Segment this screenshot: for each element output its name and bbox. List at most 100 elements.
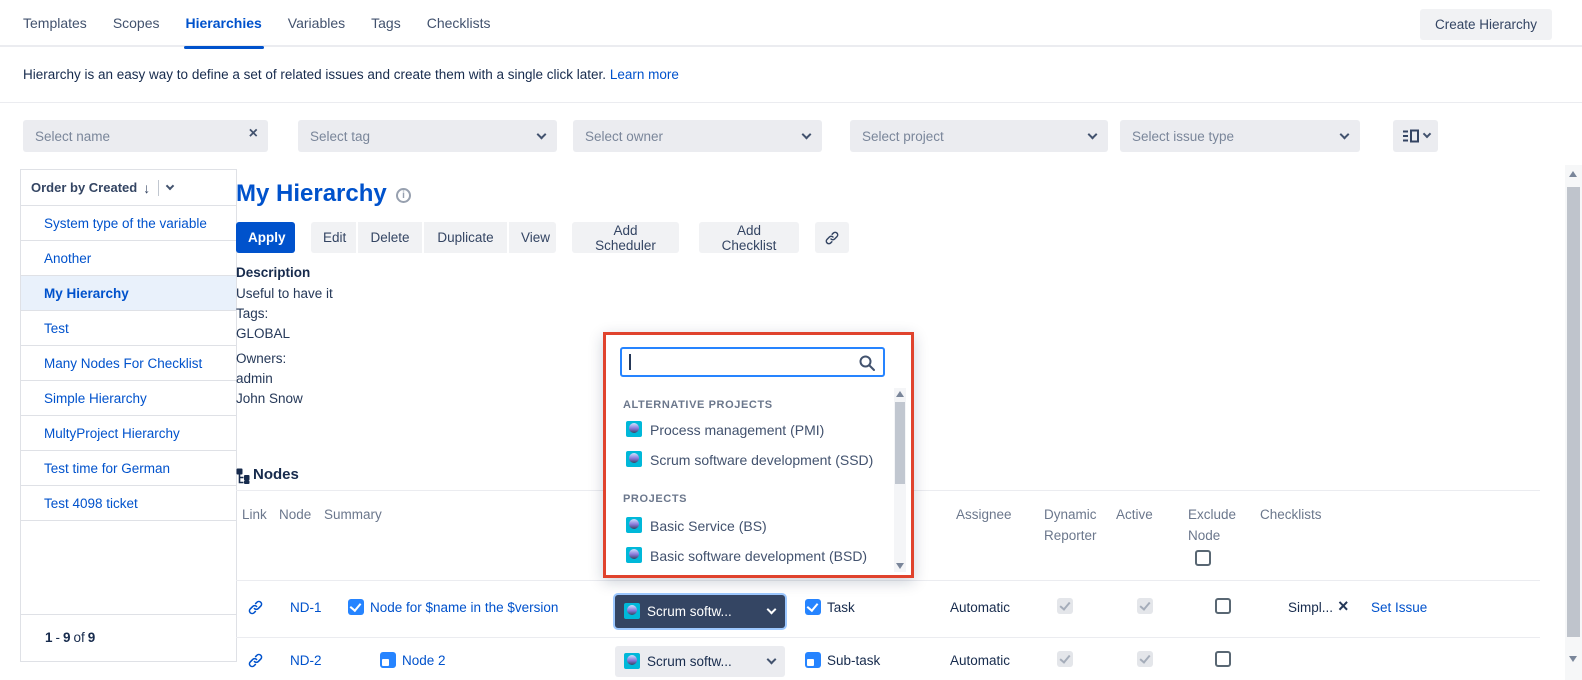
clear-name-icon[interactable]: ×: [249, 125, 258, 143]
sidebar-item[interactable]: System type of the variable: [21, 206, 236, 241]
tab-scopes[interactable]: Scopes: [113, 0, 160, 47]
scroll-up-icon[interactable]: [1569, 171, 1577, 177]
remove-checklist-icon[interactable]: ×: [1338, 597, 1349, 615]
duplicate-button[interactable]: Duplicate: [424, 222, 507, 253]
popup-scrollbar[interactable]: [894, 388, 906, 572]
owner-name: admin: [236, 369, 273, 389]
scrollbar-thumb[interactable]: [895, 402, 905, 484]
exclude-all-checkbox[interactable]: [1195, 550, 1211, 566]
project-select-open[interactable]: Scrum softw...: [615, 595, 785, 628]
sidebar-item[interactable]: Simple Hierarchy: [21, 381, 236, 416]
select-owner-label: Select owner: [585, 129, 663, 144]
sidebar-item[interactable]: MultyProject Hierarchy: [21, 416, 236, 451]
project-option[interactable]: Process management (PMI): [650, 422, 824, 438]
select-project-dropdown[interactable]: Select project: [850, 120, 1108, 152]
project-select[interactable]: Scrum softw...: [615, 646, 785, 677]
link-icon[interactable]: [247, 652, 264, 669]
tab-templates[interactable]: Templates: [23, 0, 87, 47]
project-search-input[interactable]: [622, 349, 883, 375]
tags-value: GLOBAL: [236, 324, 290, 344]
project-group-label: PROJECTS: [623, 493, 687, 505]
select-owner-dropdown[interactable]: Select owner: [573, 120, 822, 152]
active-checkbox: [1137, 598, 1153, 614]
tab-hierarchies[interactable]: Hierarchies: [186, 0, 262, 47]
project-avatar-icon: [626, 421, 642, 437]
search-icon: [858, 354, 876, 372]
chevron-down-icon[interactable]: [166, 181, 174, 189]
copy-link-button[interactable]: [815, 222, 849, 253]
description-label: Description: [236, 263, 310, 283]
page-total: 9: [88, 630, 96, 645]
scroll-up-icon[interactable]: [896, 391, 904, 397]
link-icon[interactable]: [247, 599, 264, 616]
detail-view-icon: [1402, 129, 1419, 143]
page-scrollbar[interactable]: [1565, 165, 1582, 680]
hierarchy-icon: [236, 468, 250, 484]
select-tag-label: Select tag: [310, 129, 370, 144]
assignee-value: Automatic: [950, 653, 1010, 668]
exclude-node-checkbox[interactable]: [1215, 598, 1231, 614]
set-issue-link[interactable]: Set Issue: [1371, 600, 1427, 615]
node-summary-link[interactable]: Node 2: [402, 653, 446, 668]
sort-direction-arrow-icon[interactable]: ↓: [143, 180, 150, 196]
project-option[interactable]: Scrum software development (SSD): [650, 452, 873, 468]
learn-more-link[interactable]: Learn more: [610, 67, 679, 82]
owner-name: John Snow: [236, 389, 303, 409]
sidebar-item[interactable]: Another: [21, 241, 236, 276]
node-key-link[interactable]: ND-2: [290, 653, 322, 668]
divider: [158, 180, 159, 196]
scroll-down-icon[interactable]: [896, 563, 904, 569]
select-tag-dropdown[interactable]: Select tag: [298, 120, 557, 152]
hierarchy-list-sidebar: Order by Created ↓ System type of the va…: [20, 169, 237, 662]
col-header-assignee: Assignee: [956, 504, 1012, 525]
col-header-node: Node: [279, 504, 311, 525]
intro-section: Hierarchy is an easy way to define a set…: [0, 49, 1582, 103]
delete-button[interactable]: Delete: [358, 222, 422, 253]
view-button[interactable]: View: [509, 222, 556, 253]
text-cursor: [629, 354, 631, 370]
chevron-down-icon: [802, 129, 812, 139]
create-hierarchy-button[interactable]: Create Hierarchy: [1420, 9, 1552, 40]
exclude-node-checkbox[interactable]: [1215, 651, 1231, 667]
owners-label: Owners:: [236, 349, 286, 369]
edit-button[interactable]: Edit: [311, 222, 356, 253]
node-summary-link[interactable]: Node for $name in the $version: [370, 600, 558, 615]
add-checklist-button[interactable]: Add Checklist: [699, 222, 799, 253]
sidebar-item[interactable]: Test 4098 ticket: [21, 486, 236, 521]
scroll-down-icon[interactable]: [1569, 656, 1577, 662]
description-value: Useful to have it: [236, 284, 333, 304]
checklist-name: Simpl...: [1288, 600, 1333, 615]
apply-button[interactable]: Apply: [236, 222, 295, 253]
select-project-label: Select project: [862, 129, 944, 144]
assignee-value: Automatic: [950, 600, 1010, 615]
view-options-button[interactable]: [1393, 120, 1438, 152]
project-option[interactable]: Basic software development (BSD): [650, 548, 867, 564]
link-icon: [824, 230, 840, 246]
divider: [236, 580, 1540, 581]
project-option[interactable]: Basic Service (BS): [650, 518, 767, 534]
project-avatar-icon: [626, 547, 642, 563]
info-icon[interactable]: i: [396, 188, 411, 203]
tab-variables[interactable]: Variables: [288, 0, 345, 47]
add-scheduler-button[interactable]: Add Scheduler: [572, 222, 679, 253]
project-avatar-icon: [626, 451, 642, 467]
sidebar-item[interactable]: Test: [21, 311, 236, 346]
col-header-checklists: Checklists: [1260, 504, 1322, 525]
page-title: My Hierarchy: [236, 180, 387, 208]
chevron-down-icon: [767, 605, 777, 615]
select-issue-type-dropdown[interactable]: Select issue type: [1120, 120, 1360, 152]
sidebar-item[interactable]: Test time for German: [21, 451, 236, 486]
chevron-down-icon: [537, 129, 547, 139]
node-key-link[interactable]: ND-1: [290, 600, 322, 615]
project-search-box: [620, 347, 885, 377]
project-avatar-icon: [624, 603, 640, 619]
name-filter: ×: [23, 120, 268, 152]
scrollbar-thumb[interactable]: [1567, 187, 1580, 637]
sidebar-item-selected[interactable]: My Hierarchy: [21, 276, 236, 311]
task-issue-icon: [805, 599, 821, 615]
tab-checklists[interactable]: Checklists: [427, 0, 491, 47]
tab-tags[interactable]: Tags: [371, 0, 401, 47]
sidebar-item[interactable]: Many Nodes For Checklist: [21, 346, 236, 381]
select-name-input[interactable]: [23, 120, 268, 152]
order-by-control[interactable]: Order by Created ↓: [21, 170, 236, 206]
